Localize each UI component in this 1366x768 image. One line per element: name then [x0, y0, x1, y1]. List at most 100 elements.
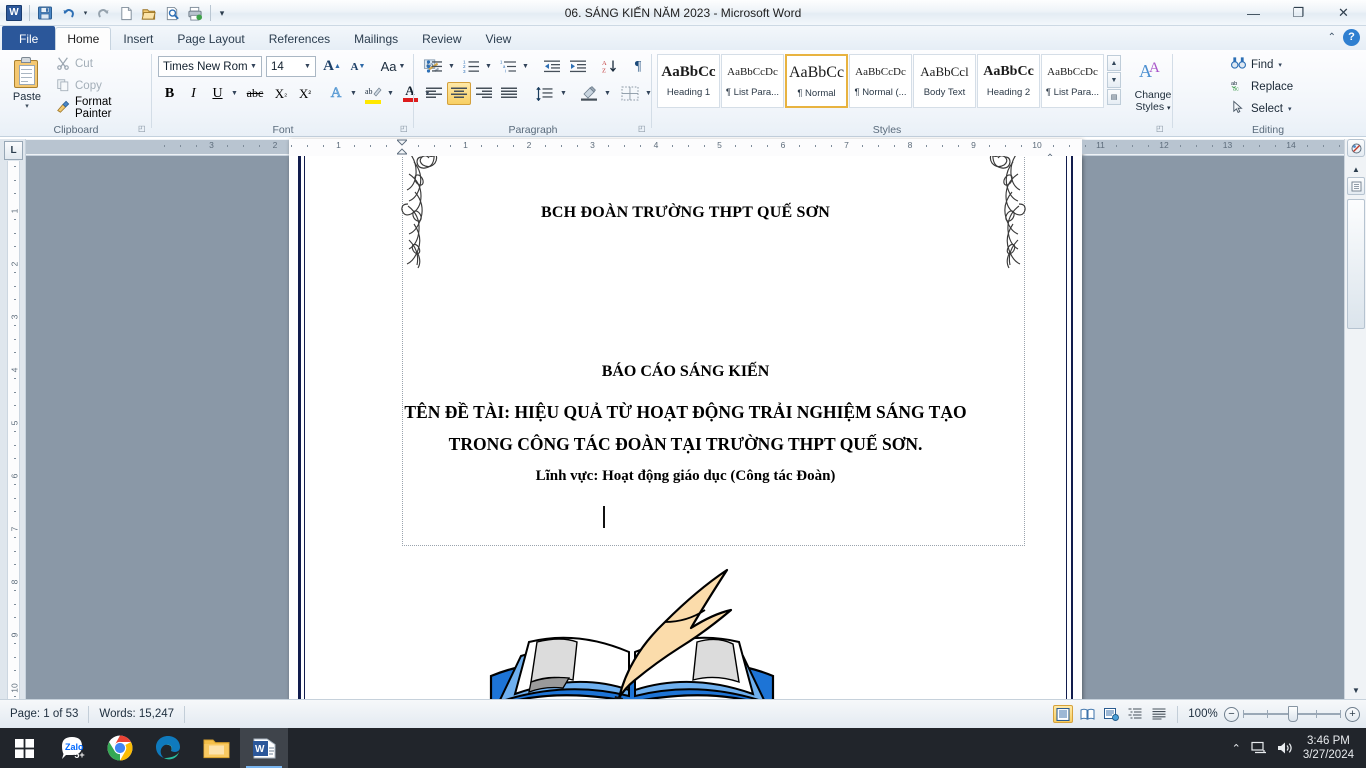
scroll-up-button[interactable]: ▲ [1347, 160, 1365, 178]
styles-scroll-up-button[interactable]: ▲ [1107, 55, 1121, 71]
full-screen-reading-view-button[interactable] [1077, 705, 1097, 723]
show-hidden-icons-icon[interactable]: ⌃ [1232, 742, 1241, 755]
styles-scroll-down-button[interactable]: ▼ [1107, 72, 1121, 88]
book-and-quill-clipart[interactable] [469, 556, 799, 699]
document-page[interactable]: BCH ĐOÀN TRƯỜNG THPT QUẾ SƠN BÁO CÁO SÁN… [289, 156, 1082, 699]
styles-more-button[interactable]: ▤ [1107, 89, 1121, 105]
paragraph-dialog-launcher[interactable]: ◰ [638, 124, 649, 135]
taskbar-app-chrome[interactable] [96, 728, 144, 768]
numbering-button[interactable]: 123 [459, 55, 483, 78]
taskbar-app-zalo[interactable]: Zalo 5+ [48, 728, 96, 768]
highlight-color-button[interactable]: ab [361, 82, 385, 105]
find-dropdown-icon[interactable]: ▾ [1278, 61, 1282, 69]
doc-line-organization[interactable]: BCH ĐOÀN TRƯỜNG THPT QUẾ SƠN [289, 204, 1082, 222]
help-button[interactable]: ? [1343, 29, 1360, 46]
font-name-input[interactable]: Times New Rom ▼ [158, 56, 262, 77]
doc-line-topic-2[interactable]: TRONG CÔNG TÁC ĐOÀN TẠI TRƯỜNG THPT QUẾ … [289, 434, 1082, 455]
network-icon[interactable] [1251, 741, 1267, 755]
subscript-button[interactable]: X₂ [269, 82, 293, 105]
scrollbar-thumb[interactable] [1347, 199, 1365, 329]
underline-button[interactable]: U [206, 82, 229, 105]
paste-dropdown-icon[interactable]: ▾ [25, 103, 29, 110]
document-canvas[interactable]: BCH ĐOÀN TRƯỜNG THPT QUẾ SƠN BÁO CÁO SÁN… [26, 156, 1344, 699]
tab-stop-selector[interactable]: L [4, 141, 23, 160]
page-indicator[interactable]: Page: 1 of 53 [0, 704, 88, 724]
bold-button[interactable]: B [158, 82, 181, 105]
taskbar-app-edge[interactable] [144, 728, 192, 768]
style-item-list-para[interactable]: AaBbCcDc ¶ List Para... [721, 54, 784, 108]
align-center-button[interactable] [447, 82, 471, 105]
doc-line-report-title[interactable]: BÁO CÁO SÁNG KIẾN [289, 363, 1082, 381]
underline-dropdown-icon[interactable]: ▼ [229, 82, 240, 105]
zoom-slider[interactable] [1243, 706, 1341, 722]
change-styles-button[interactable]: AA Change Styles ▾ [1129, 53, 1177, 119]
first-line-indent-marker[interactable] [395, 139, 409, 155]
line-spacing-dropdown-icon[interactable]: ▼ [558, 82, 569, 105]
paste-button[interactable]: Paste ▾ [6, 53, 48, 119]
justify-button[interactable] [497, 82, 521, 105]
doc-line-field[interactable]: Lĩnh vực: Hoạt động giáo dục (Công tác Đ… [289, 468, 1082, 485]
vertical-ruler-strip[interactable]: 1234567891011 [7, 161, 20, 764]
tab-review[interactable]: Review [410, 27, 473, 50]
select-button[interactable]: Select ▾ [1227, 98, 1295, 119]
font-dialog-launcher[interactable]: ◰ [400, 124, 411, 135]
zoom-slider-thumb[interactable] [1288, 706, 1298, 722]
shading-button[interactable] [576, 82, 602, 105]
line-spacing-button[interactable] [532, 82, 558, 105]
select-browse-object-button[interactable] [1347, 139, 1365, 157]
clipboard-dialog-launcher[interactable]: ◰ [138, 124, 149, 135]
tab-view[interactable]: View [474, 27, 524, 50]
zoom-out-button[interactable]: − [1224, 706, 1239, 722]
font-size-dropdown-icon[interactable]: ▼ [300, 57, 315, 76]
copy-button[interactable]: Copy [52, 76, 106, 96]
taskbar-app-file-explorer[interactable] [192, 728, 240, 768]
right-indent-marker[interactable] [1043, 147, 1057, 160]
tab-insert[interactable]: Insert [111, 27, 165, 50]
change-case-button[interactable]: Aa ▼ [376, 55, 410, 78]
italic-button[interactable]: I [182, 82, 205, 105]
collapse-ribbon-icon[interactable]: ⌃ [1328, 32, 1336, 43]
text-effects-dropdown-icon[interactable]: ▼ [348, 82, 359, 105]
style-item-list-para-2[interactable]: AaBbCcDc ¶ List Para... [1041, 54, 1104, 108]
style-item-normal-alt[interactable]: AaBbCcDc ¶ Normal (... [849, 54, 912, 108]
taskbar-app-word[interactable]: W [240, 728, 288, 768]
select-dropdown-icon[interactable]: ▾ [1288, 105, 1292, 113]
font-name-dropdown-icon[interactable]: ▼ [246, 57, 261, 76]
zoom-level-label[interactable]: 100% [1186, 708, 1220, 720]
tab-file[interactable]: File [2, 26, 56, 50]
start-icon[interactable] [0, 728, 48, 768]
close-button[interactable]: ✕ [1321, 0, 1366, 26]
web-layout-view-button[interactable] [1101, 705, 1121, 723]
vertical-scrollbar[interactable]: ▲ ▼ [1344, 139, 1366, 699]
replace-button[interactable]: ab ac Replace [1227, 76, 1297, 97]
style-item-heading-2[interactable]: AaBbCc Heading 2 [977, 54, 1040, 108]
align-right-button[interactable] [472, 82, 496, 105]
cut-button[interactable]: Cut [52, 54, 97, 74]
tab-references[interactable]: References [257, 27, 342, 50]
style-item-body-text[interactable]: AaBbCcl Body Text [913, 54, 976, 108]
format-painter-button[interactable]: Format Painter [52, 96, 152, 120]
minimize-button[interactable]: — [1231, 0, 1276, 26]
outline-view-button[interactable] [1125, 705, 1145, 723]
zoom-in-button[interactable]: + [1345, 706, 1360, 722]
bullets-button[interactable] [422, 55, 446, 78]
print-layout-view-button[interactable] [1053, 705, 1073, 723]
sort-button[interactable]: AZ [598, 55, 622, 78]
text-effects-button[interactable]: A [324, 82, 348, 105]
font-size-input[interactable]: 14 ▼ [266, 56, 316, 77]
tab-home[interactable]: Home [55, 27, 112, 50]
highlight-dropdown-icon[interactable]: ▼ [385, 82, 396, 105]
taskbar-clock[interactable]: 3:46 PM 3/27/2024 [1303, 734, 1354, 762]
increase-indent-button[interactable] [566, 55, 590, 78]
horizontal-ruler[interactable]: 3 2 1 1 2 3 4 5 6 7 8 9 10 11 12 13 14 [26, 139, 1344, 699]
borders-button[interactable] [617, 82, 643, 105]
multilevel-list-button[interactable]: 1ai [496, 55, 520, 78]
tab-page-layout[interactable]: Page Layout [165, 27, 256, 50]
numbering-dropdown-icon[interactable]: ▼ [483, 55, 494, 78]
style-item-normal[interactable]: AaBbCc ¶ Normal [785, 54, 848, 108]
volume-icon[interactable] [1277, 741, 1293, 755]
styles-dialog-launcher[interactable]: ◰ [1156, 124, 1167, 135]
show-formatting-marks-button[interactable]: ¶ [626, 55, 650, 78]
tab-mailings[interactable]: Mailings [342, 27, 410, 50]
style-item-heading-1[interactable]: AaBbCc Heading 1 [657, 54, 720, 108]
